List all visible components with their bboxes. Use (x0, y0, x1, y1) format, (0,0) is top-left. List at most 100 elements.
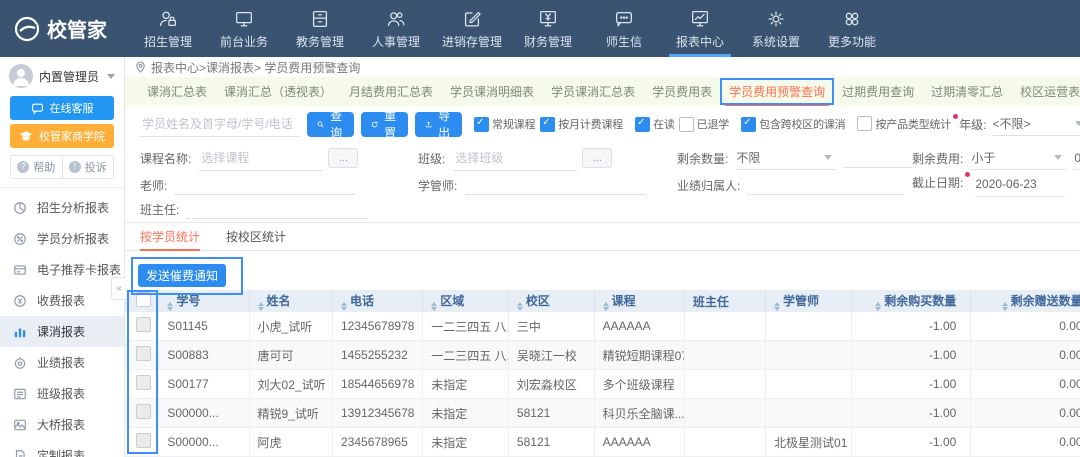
tab-student-fee-warning[interactable]: 学员费用预警查询 (729, 77, 825, 106)
nav-enrollment[interactable]: 招生管理 (130, 0, 206, 57)
col-name[interactable]: 姓名 (249, 290, 332, 312)
reset-button[interactable]: 重置 (361, 112, 408, 137)
search-button[interactable]: 查询 (307, 112, 354, 137)
remaining-fee-op-select[interactable]: 小于 (971, 147, 1066, 170)
course-name-input[interactable] (199, 146, 323, 171)
tab-course-summary-pivot[interactable]: 课消汇总（透视表） (224, 77, 332, 106)
help-button[interactable]: ? 帮助 (11, 156, 62, 178)
tab-expired-fee[interactable]: 过期费用查询 (842, 77, 914, 106)
col-course[interactable]: 课程 (594, 290, 684, 312)
nav-more[interactable]: 更多功能 (814, 0, 890, 57)
course-name-label: 课程名称: (140, 150, 191, 167)
col-advisor[interactable]: 学管师 (766, 290, 852, 312)
sidebar-item-bridge-report[interactable]: 大桥报表 (0, 409, 124, 440)
complaint-button[interactable]: ! 投诉 (62, 156, 114, 178)
tab-monthly-fee-summary[interactable]: 月结费用汇总表 (349, 77, 433, 106)
collapse-sidebar-handle[interactable]: « (111, 277, 126, 300)
nav-settings[interactable]: 系统设置 (738, 0, 814, 57)
col-remaining-gifted[interactable]: 剩余赠送数量 (971, 290, 1080, 312)
sidebar-item-performance-report[interactable]: 业绩报表 (0, 347, 124, 378)
sort-icon (431, 302, 437, 311)
col-head-teacher[interactable]: 班主任 (684, 290, 765, 312)
grade-select[interactable]: <不限> (992, 113, 1080, 136)
checkbox-icon[interactable] (857, 116, 872, 131)
col-student-id[interactable]: 学号 (159, 290, 249, 312)
row-checkbox[interactable] (136, 346, 151, 361)
nav-academic[interactable]: 教务管理 (282, 0, 358, 57)
col-campus[interactable]: 校区 (508, 290, 594, 312)
sort-icon (774, 302, 780, 311)
sidebar-item-label: 学员分析报表 (37, 230, 109, 247)
col-phone[interactable]: 电话 (333, 290, 423, 312)
send-payment-reminder-button[interactable]: 发送催费通知 (138, 264, 226, 287)
business-school-button[interactable]: 校管家商学院 (10, 124, 114, 148)
checkbox-withdrawn[interactable]: 已退学 (679, 116, 729, 132)
cell-region: 未指定 (423, 370, 509, 399)
document-icon (13, 449, 27, 457)
nav-label: 进销存管理 (442, 33, 502, 50)
nav-hr[interactable]: 人事管理 (358, 0, 434, 57)
tab-student-course-detail[interactable]: 学员课消明细表 (450, 77, 534, 106)
deadline-input[interactable]: 2020-06-23 (975, 174, 1065, 197)
head-teacher-input[interactable] (187, 200, 367, 219)
filter-row-4: 班主任: (140, 196, 1080, 222)
checkbox-icon[interactable] (635, 117, 650, 132)
tab-by-student[interactable]: 按学员统计 (140, 223, 200, 250)
cell-remaining-purchased: -1.00 (851, 399, 971, 428)
nav-messages[interactable]: 师生信 (586, 0, 662, 57)
class-picker-button[interactable]: ... (582, 148, 612, 168)
remaining-fee-value-input[interactable]: 0 (1074, 147, 1080, 170)
checkbox-icon[interactable] (741, 117, 756, 132)
nav-report-center[interactable]: 报表中心 (662, 0, 738, 57)
app-logo[interactable]: 校管家 (0, 14, 130, 43)
sidebar-item-enrollment-analysis[interactable]: 招生分析报表 (0, 192, 124, 223)
percent-circle-icon (13, 232, 27, 246)
logo-swoosh-icon (14, 16, 40, 42)
caret-down-icon (824, 155, 832, 160)
checkbox-icon[interactable] (540, 117, 555, 132)
remaining-qty-extra-input[interactable] (844, 149, 916, 168)
row-checkbox[interactable] (136, 317, 151, 332)
tab-course-summary[interactable]: 课消汇总表 (147, 77, 207, 106)
logo-text: 校管家 (47, 14, 107, 43)
checkbox-icon[interactable] (474, 117, 489, 132)
checkbox-cross-campus[interactable]: 包含跨校区的课消 (741, 116, 845, 132)
checkbox-enrolled[interactable]: 在读 (635, 116, 675, 132)
export-button[interactable]: 导出 (415, 112, 462, 137)
sidebar-item-referral-card[interactable]: 电子推荐卡报表 (0, 254, 124, 285)
row-checkbox[interactable] (136, 433, 151, 448)
sort-icon (875, 302, 881, 311)
user-menu[interactable]: 内置管理员 (0, 57, 124, 92)
tab-by-campus[interactable]: 按校区统计 (226, 223, 286, 250)
col-region[interactable]: 区域 (423, 290, 509, 312)
tab-student-course-summary[interactable]: 学员课消汇总表 (551, 77, 635, 106)
advisor-input[interactable] (465, 176, 645, 195)
checkbox-icon[interactable] (679, 117, 694, 132)
checkbox-regular-course[interactable]: 常规课程 (474, 116, 535, 132)
tab-campus-operation[interactable]: 校区运营表 (1020, 77, 1080, 106)
sidebar-item-custom-report[interactable]: 定制报表 (0, 440, 124, 457)
search-input[interactable] (140, 112, 299, 137)
col-remaining-purchased[interactable]: 剩余购买数量 (851, 290, 971, 312)
class-input[interactable] (453, 146, 577, 171)
online-service-button[interactable]: 在线客服 (10, 96, 114, 120)
row-checkbox[interactable] (136, 375, 151, 390)
sidebar-item-fee-report[interactable]: 收费报表 (0, 285, 124, 316)
teacher-input[interactable] (175, 176, 355, 195)
tab-expired-clear-summary[interactable]: 过期清零汇总 (931, 77, 1003, 106)
checkbox-by-product-type[interactable]: 按产品类型统计 (857, 116, 959, 132)
sidebar-item-student-analysis[interactable]: 学员分析报表 (0, 223, 124, 254)
select-all-checkbox[interactable] (136, 292, 151, 307)
tab-student-fee[interactable]: 学员费用表 (652, 77, 712, 106)
row-checkbox[interactable] (136, 404, 151, 419)
remaining-qty-select[interactable]: 不限 (736, 147, 836, 170)
nav-finance[interactable]: 财务管理 (510, 0, 586, 57)
sidebar-item-course-consumption-report[interactable]: 课消报表 (0, 316, 124, 347)
performance-owner-input[interactable] (748, 176, 903, 195)
course-picker-button[interactable]: ... (328, 148, 358, 168)
nav-inventory[interactable]: 进销存管理 (434, 0, 510, 57)
sidebar-item-label: 大桥报表 (37, 416, 85, 433)
nav-front-desk[interactable]: 前台业务 (206, 0, 282, 57)
sidebar-item-class-report[interactable]: 班级报表 (0, 378, 124, 409)
checkbox-monthly-billing[interactable]: 按月计费课程 (540, 116, 623, 132)
